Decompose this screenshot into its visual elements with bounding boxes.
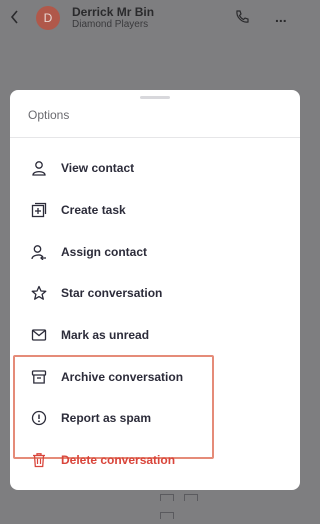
menu-item-label: Assign contact [61, 245, 148, 259]
menu-item-label: Create task [61, 203, 126, 217]
alert-circle-icon [30, 409, 48, 427]
divider [10, 137, 300, 138]
options-title: Options [28, 108, 70, 122]
composer-hint [160, 488, 230, 519]
menu-item-label: Report as spam [61, 411, 152, 425]
composer-icon [160, 494, 174, 501]
avatar[interactable]: D [36, 6, 60, 30]
menu-item-label: Delete conversation [61, 453, 176, 467]
menu-item-label: Archive conversation [61, 370, 184, 384]
assign-person-icon [30, 243, 48, 261]
more-horizontal-icon[interactable]: ... [275, 10, 287, 24]
person-icon [30, 159, 48, 177]
sheet-grabber[interactable] [140, 96, 170, 99]
menu-item-create-task[interactable]: Create task [10, 193, 300, 227]
trash-icon [30, 451, 48, 469]
menu-item-view-contact[interactable]: View contact [10, 151, 300, 185]
archive-icon [30, 368, 48, 386]
chevron-left-icon[interactable] [8, 8, 22, 26]
menu-item-label: View contact [61, 161, 135, 175]
menu-item-report-as-spam[interactable]: Report as spam [10, 401, 300, 435]
menu-item-star-conversation[interactable]: Star conversation [10, 276, 300, 310]
options-sheet: Options View contact Create task Assign … [10, 90, 300, 490]
star-icon [30, 284, 48, 302]
avatar-initial: D [43, 11, 53, 25]
phone-icon[interactable] [234, 9, 250, 25]
menu-item-mark-as-unread[interactable]: Mark as unread [10, 318, 300, 352]
contact-subtitle: Diamond Players [72, 19, 149, 30]
contact-name: Derrick Mr Bin [72, 5, 155, 19]
composer-icon [184, 494, 198, 501]
conversation-header: D Derrick Mr Bin Diamond Players ... [0, 0, 304, 40]
menu-item-archive-conversation[interactable]: Archive conversation [10, 360, 300, 394]
envelope-icon [30, 326, 48, 344]
menu-item-delete-conversation[interactable]: Delete conversation [10, 443, 300, 477]
menu-item-label: Star conversation [61, 286, 163, 300]
menu-item-assign-contact[interactable]: Assign contact [10, 235, 300, 269]
menu-item-label: Mark as unread [61, 328, 150, 342]
add-task-icon [30, 201, 48, 219]
composer-icon [160, 512, 174, 519]
